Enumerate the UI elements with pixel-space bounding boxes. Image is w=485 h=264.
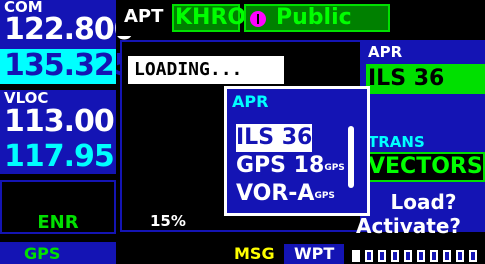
approach-option-label: ILS 36 (236, 125, 313, 150)
approach-option-label: VOR-A (236, 181, 315, 206)
page-indicator-segment (404, 250, 412, 262)
apt-label: APT (124, 6, 164, 27)
trans-label: TRANS (368, 133, 425, 151)
load-prompt[interactable]: Load? (362, 190, 485, 214)
page-indicator-segment (365, 250, 373, 262)
enroute-mode-label: ENR (37, 212, 79, 233)
airport-identifier: KHRO (175, 5, 247, 30)
public-airport-icon (250, 11, 266, 27)
gps-overlay-tag: GPS (324, 163, 345, 173)
transition-value: VECTORS (368, 154, 483, 179)
loading-text: LOADING... (134, 59, 243, 80)
vloc-standby-frequency[interactable]: 117.95 (4, 141, 115, 173)
popup-scrollbar[interactable] (348, 126, 354, 188)
popup-title: APR (232, 92, 269, 111)
approach-option-vora[interactable]: VOR-AGPS (236, 180, 335, 208)
airport-type: Public (276, 5, 352, 30)
com-active-frequency: 122.800 (4, 12, 135, 47)
gps-overlay-tag: GPS (314, 191, 335, 201)
approach-option-ils36[interactable]: ILS 36 (236, 124, 313, 152)
loading-progress: 15% (150, 212, 186, 230)
cdi-window (0, 180, 116, 208)
com-standby-frequency[interactable]: 135.325 (4, 50, 135, 82)
page-indicator-segment (469, 250, 477, 262)
page-indicator-segment (456, 250, 464, 262)
page-indicator-segment (352, 250, 360, 262)
gps-label: GPS (24, 244, 61, 263)
approach-value: ILS 36 (368, 66, 445, 91)
approach-option-label: GPS 18 (236, 153, 325, 178)
page-indicator-segment (391, 250, 399, 262)
page-indicator-segment (378, 250, 386, 262)
page-indicator-segment (430, 250, 438, 262)
vloc-active-frequency: 113.00 (4, 104, 115, 139)
wpt-page-group: WPT (294, 244, 335, 263)
apr-label: APR (368, 43, 403, 61)
activate-prompt[interactable]: Activate? (356, 214, 461, 238)
page-indicator-segment (443, 250, 451, 262)
msg-annunciator[interactable]: MSG (234, 244, 275, 263)
page-indicator-segment (417, 250, 425, 262)
approach-option-gps18[interactable]: GPS 18GPS (236, 152, 345, 180)
